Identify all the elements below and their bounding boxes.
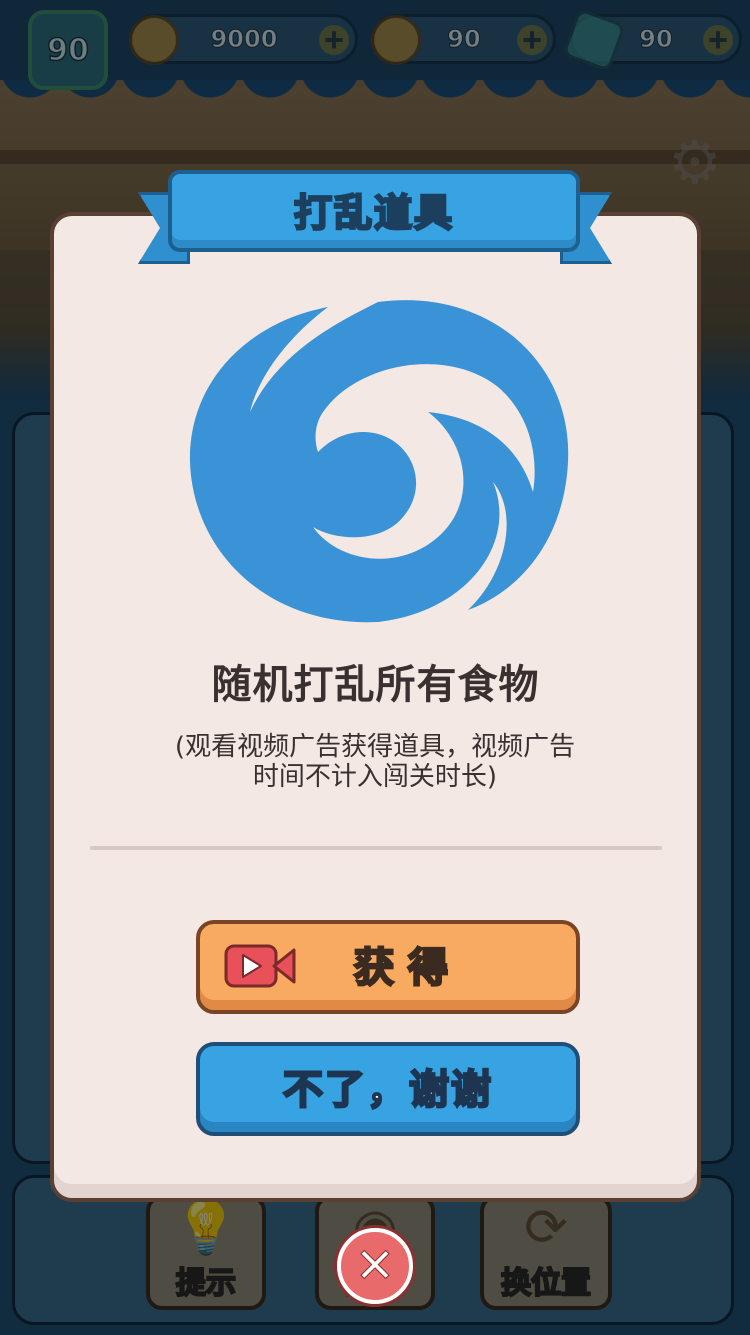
get-item-button[interactable]: 获得 <box>196 920 580 1014</box>
item-description: 随机打乱所有食物 <box>211 662 540 708</box>
ad-notice: (观看视频广告获得道具，视频广告 时间不计入闯关时长) <box>140 732 610 792</box>
ad-notice-line1: (观看视频广告获得道具，视频广告 <box>174 732 576 762</box>
close-icon: ✕ <box>354 1238 396 1294</box>
close-button[interactable]: ✕ <box>337 1228 413 1304</box>
dialog-title-banner: 打乱道具 <box>168 170 580 252</box>
decline-button[interactable]: 不了，谢谢 <box>196 1042 580 1136</box>
dialog-title: 打乱道具 <box>293 189 454 236</box>
decline-label: 不了，谢谢 <box>282 1066 493 1115</box>
shuffle-swirl-icon <box>189 300 569 623</box>
get-item-label: 获得 <box>353 944 462 993</box>
video-ad-icon <box>224 944 296 988</box>
ad-notice-line2: 时间不计入闯关时长) <box>252 762 498 792</box>
dialog-divider <box>90 846 662 850</box>
